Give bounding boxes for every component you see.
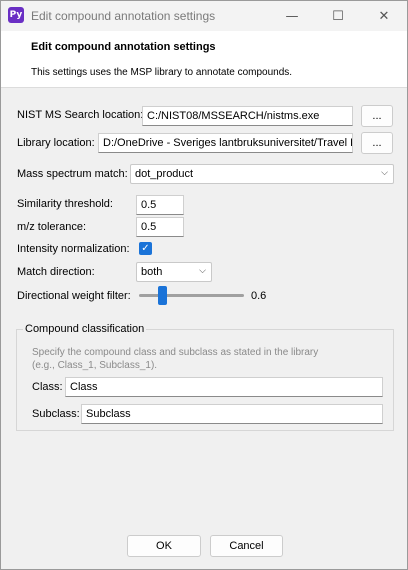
dialog-window: Py Edit compound annotation settings — ☐… xyxy=(0,0,408,570)
close-icon[interactable]: ✕ xyxy=(361,1,407,31)
chevron-down-icon: ⌵ xyxy=(199,266,206,276)
window-title: Edit compound annotation settings xyxy=(31,9,216,23)
classification-hint-line1: Specify the compound class and subclass … xyxy=(32,347,319,358)
mz-tolerance-label: m/z tolerance: xyxy=(17,221,87,233)
cancel-button[interactable]: Cancel xyxy=(210,535,283,557)
classification-hint-line2: (e.g., Class_1, Subclass_1). xyxy=(32,360,158,371)
header-title: Edit compound annotation settings xyxy=(31,41,216,53)
weight-filter-label: Directional weight filter: xyxy=(17,290,131,302)
weight-slider-track[interactable] xyxy=(139,294,244,297)
library-browse-button[interactable]: ... xyxy=(361,132,393,154)
library-location-input[interactable]: D:/OneDrive - Sveriges lantbruksuniversi… xyxy=(98,133,353,153)
chevron-down-icon: ⌵ xyxy=(381,168,388,178)
classification-title: Compound classification xyxy=(23,323,147,335)
subclass-label: Subclass: xyxy=(32,408,80,420)
python-app-icon: Py xyxy=(8,7,24,23)
ok-button[interactable]: OK xyxy=(127,535,201,557)
dialog-header: Edit compound annotation settings This s… xyxy=(1,31,407,88)
weight-filter-value: 0.6 xyxy=(251,290,267,302)
title-bar[interactable]: Py Edit compound annotation settings — ☐… xyxy=(1,1,407,31)
similarity-label: Similarity threshold: xyxy=(17,198,113,210)
intensity-checkbox[interactable]: ✓ xyxy=(139,242,152,255)
minimize-icon[interactable]: — xyxy=(269,1,315,31)
subclass-input[interactable]: Subclass xyxy=(81,404,383,424)
similarity-input[interactable]: 0.5 xyxy=(136,195,184,215)
class-label: Class: xyxy=(32,381,63,393)
nist-location-label: NIST MS Search location: xyxy=(17,109,144,121)
nist-browse-button[interactable]: ... xyxy=(361,105,393,127)
maximize-icon[interactable]: ☐ xyxy=(315,1,361,31)
intensity-label: Intensity normalization: xyxy=(17,243,130,255)
mz-tolerance-input[interactable]: 0.5 xyxy=(136,217,184,237)
match-direction-select[interactable]: both ⌵ xyxy=(136,262,212,282)
mass-match-select[interactable]: dot_product ⌵ xyxy=(130,164,394,184)
match-direction-value: both xyxy=(141,266,163,278)
match-direction-label: Match direction: xyxy=(17,266,95,278)
class-input[interactable]: Class xyxy=(65,377,383,397)
mass-match-label: Mass spectrum match: xyxy=(17,168,128,180)
header-description: This settings uses the MSP library to an… xyxy=(31,67,293,78)
weight-slider-thumb[interactable] xyxy=(157,286,167,305)
library-location-label: Library location: xyxy=(17,137,95,149)
mass-match-value: dot_product xyxy=(135,168,194,180)
nist-location-input[interactable]: C:/NIST08/MSSEARCH/nistms.exe xyxy=(142,106,353,126)
